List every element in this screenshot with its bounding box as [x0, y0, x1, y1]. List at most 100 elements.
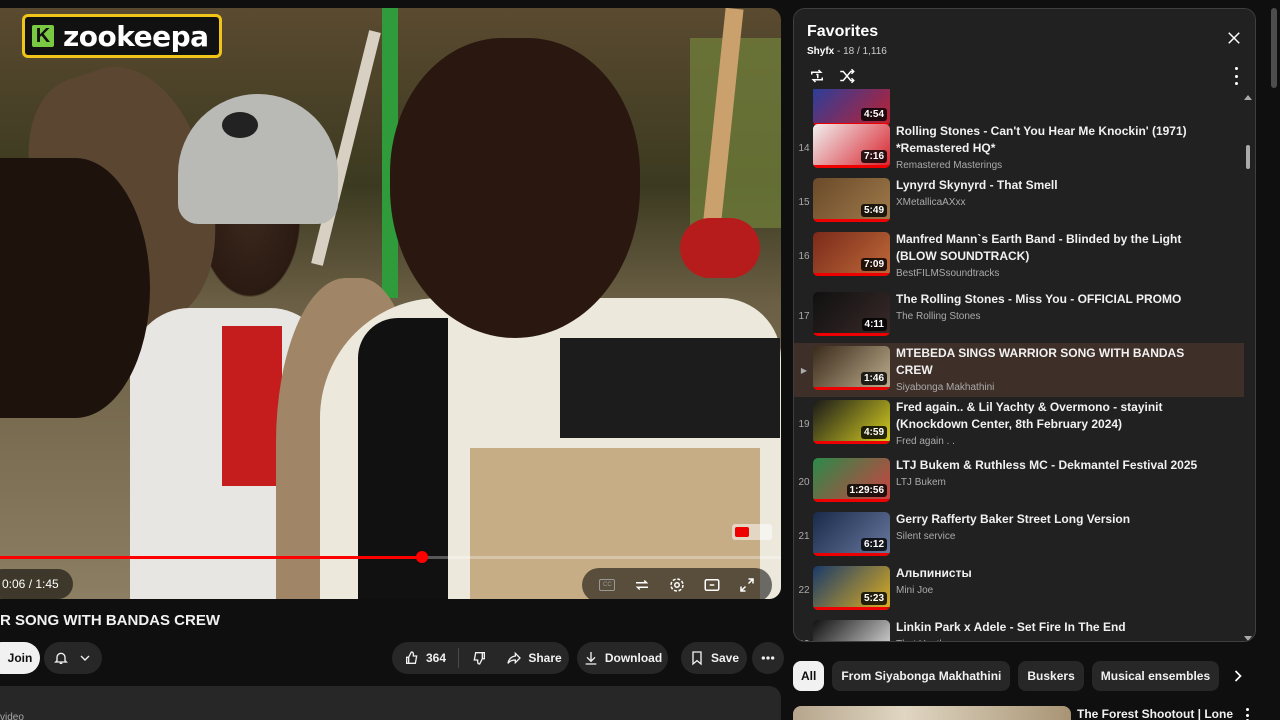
notifications-button[interactable] [44, 642, 102, 674]
close-playlist-button[interactable] [1225, 29, 1243, 47]
playlist-item[interactable]: 15 5:49 Lynyrd Skynyrd - That Smell XMetall… [794, 175, 1244, 229]
playlist-panel: Favorites Shyfx - 18 / 1,116 4:54 Live 8 1… [793, 8, 1256, 642]
join-label: Join [7, 651, 33, 665]
miniplayer-button[interactable] [701, 574, 723, 596]
dislike-button[interactable] [459, 642, 499, 674]
recommended-video-title[interactable]: The Forest Shootout | Lone [1077, 707, 1233, 720]
playlist-position: - 18 / 1,116 [837, 46, 887, 57]
playlist-item-index: 21 [798, 530, 810, 542]
subscribe-watermark[interactable] [732, 524, 772, 540]
download-button[interactable]: Download [577, 642, 668, 674]
captions-button[interactable]: CC [596, 574, 618, 596]
duration-badge: 6:12 [860, 538, 887, 551]
playlist-item[interactable]: 16 7:09 Manfred Mann`s Earth Band - Blinde… [794, 229, 1244, 283]
like-count: 364 [426, 651, 447, 665]
playlist-owner[interactable]: Shyfx [807, 46, 834, 57]
scroll-up-arrow[interactable] [1244, 95, 1252, 100]
video-title: R SONG WITH BANDAS CREW [0, 612, 220, 629]
join-button[interactable]: Join [0, 642, 40, 674]
chips-next-button[interactable] [1228, 666, 1248, 686]
playlist-item-channel: Silent service [896, 531, 956, 542]
bookmark-icon [692, 651, 702, 666]
scrubber-knob[interactable] [415, 551, 428, 563]
playlist-item[interactable]: 19 4:59 Fred again.. & Lil Yachty & Overmo… [794, 397, 1244, 451]
filter-chip[interactable]: All [793, 661, 825, 691]
playlist-item-thumbnail[interactable]: 4:11 [813, 292, 890, 336]
playlist-item-thumbnail[interactable]: 4:59 [813, 400, 890, 444]
playlist-item[interactable]: 23 Linkin Park x Adele - Set Fire In The … [794, 617, 1244, 641]
playlist-item-title[interactable]: MTEBEDA SINGS WARRIOR SONG WITH BANDAS C… [896, 345, 1216, 379]
download-icon [585, 652, 597, 665]
playlist-scrollbar[interactable] [1244, 95, 1252, 641]
loop-playlist-button[interactable] [808, 67, 826, 85]
playlist-item[interactable]: 22 5:23 Альпинисты Mini Joe [794, 563, 1244, 617]
playlist-item-index: 15 [798, 196, 810, 208]
playlist-item[interactable]: 14 7:16 Rolling Stones - Can't You Hear Me… [794, 121, 1244, 175]
playlist-item-channel: Remastered Masterings [896, 160, 1003, 171]
playlist-menu-button[interactable] [1233, 67, 1239, 85]
duration-badge: 1:29:56 [846, 484, 887, 497]
playlist-item-thumbnail[interactable]: 6:12 [813, 512, 890, 556]
playlist-item-channel: The Rolling Stones [896, 311, 981, 322]
more-actions-button[interactable] [752, 642, 784, 674]
playlist-item-thumbnail[interactable]: 5:23 [813, 566, 890, 610]
playlist-item-channel: Mini Joe [896, 585, 934, 596]
logo-text: zookeepa [63, 19, 209, 53]
watched-progress-bar [813, 553, 890, 556]
share-button[interactable]: Share [499, 642, 569, 674]
filter-chip[interactable]: Musical ensembles [1091, 661, 1220, 691]
watched-progress-bar [813, 441, 890, 444]
shuffle-button[interactable] [838, 67, 856, 85]
playlist-item-title[interactable]: Gerry Rafferty Baker Street Long Version [896, 511, 1216, 528]
playlist-item-title[interactable]: The Rolling Stones - Miss You - OFFICIAL… [896, 291, 1216, 308]
playlist-item[interactable]: 21 6:12 Gerry Rafferty Baker Street Long V… [794, 509, 1244, 563]
playlist-item-title[interactable]: Lynyrd Skynyrd - That Smell [896, 177, 1216, 194]
playlist-item-channel: LTJ Bukem [896, 477, 946, 488]
page-scrollbar[interactable] [1270, 8, 1278, 88]
loop-icon [811, 69, 823, 83]
playlist-item-title[interactable]: Fred again.. & Lil Yachty & Overmono - s… [896, 399, 1216, 433]
duration-badge: 4:11 [861, 318, 887, 331]
filter-chip[interactable]: Buskers [1018, 661, 1084, 691]
filter-chips: All From Siyabonga Makhathini Buskers Music… [793, 661, 1223, 691]
recommended-video-thumbnail[interactable] [793, 706, 1071, 720]
playlist-item-channel: That Hustle [896, 639, 1216, 641]
description-box[interactable] [0, 686, 781, 720]
playlist-item-title[interactable]: Manfred Mann`s Earth Band - Blinded by t… [896, 231, 1216, 265]
playlist-item[interactable]: ▶ 1:46 MTEBEDA SINGS WARRIOR SONG WITH BAN… [794, 343, 1244, 397]
playlist-subtitle: Shyfx - 18 / 1,116 [807, 46, 887, 57]
playlist-item-title[interactable]: Rolling Stones - Can't You Hear Me Knock… [896, 123, 1216, 157]
playlist-item-title[interactable]: Linkin Park x Adele - Set Fire In The En… [896, 619, 1216, 636]
time-display: 0:06 / 1:45 [0, 569, 73, 599]
playlist-item-thumbnail[interactable]: 1:29:56 [813, 458, 890, 502]
save-button[interactable]: Save [681, 642, 747, 674]
playlist-item[interactable]: 17 4:11 The Rolling Stones - Miss You - OF… [794, 289, 1244, 343]
playlist-item-channel: Siyabonga Makhathini [896, 382, 995, 393]
playlist-item-thumbnail[interactable] [813, 620, 890, 641]
playlist-item-title[interactable]: LTJ Bukem & Ruthless MC - Dekmantel Fest… [896, 457, 1216, 474]
autoplay-button[interactable] [631, 574, 653, 596]
playlist-item-thumbnail[interactable]: 5:49 [813, 178, 890, 222]
settings-button[interactable] [666, 574, 688, 596]
captions-icon: CC [599, 579, 616, 591]
playlist-item[interactable]: 20 1:29:56 LTJ Bukem & Ruthless MC - Dekma… [794, 455, 1244, 509]
progress-bar[interactable] [0, 551, 781, 563]
scroll-down-arrow[interactable] [1244, 636, 1252, 641]
scroll-thumb[interactable] [1246, 145, 1250, 169]
chevron-down-icon [80, 655, 90, 661]
playlist-title[interactable]: Favorites [807, 23, 878, 41]
shuffle-icon [840, 68, 855, 84]
recommended-video-menu[interactable] [1246, 708, 1250, 720]
playlist-item-index: 20 [798, 476, 810, 488]
playlist-item-channel: Live 8 [896, 89, 1216, 92]
playlist-items: 4:54 Live 8 14 7:16 Rolling Stones - Can't Y… [794, 89, 1244, 641]
playlist-item-title[interactable]: Альпинисты [896, 565, 1216, 582]
time-text: 0:06 / 1:45 [2, 577, 59, 591]
playlist-item-thumbnail[interactable]: 1:46 [813, 346, 890, 390]
fullscreen-button[interactable] [736, 574, 758, 596]
playlist-item-thumbnail[interactable]: 7:09 [813, 232, 890, 276]
like-button[interactable]: 364 [392, 642, 458, 674]
filter-chip[interactable]: From Siyabonga Makhathini [832, 661, 1011, 691]
video-player[interactable]: K zookeepa 0:06 / 1:45 CC [0, 8, 781, 599]
playlist-item-thumbnail[interactable]: 7:16 [813, 124, 890, 168]
